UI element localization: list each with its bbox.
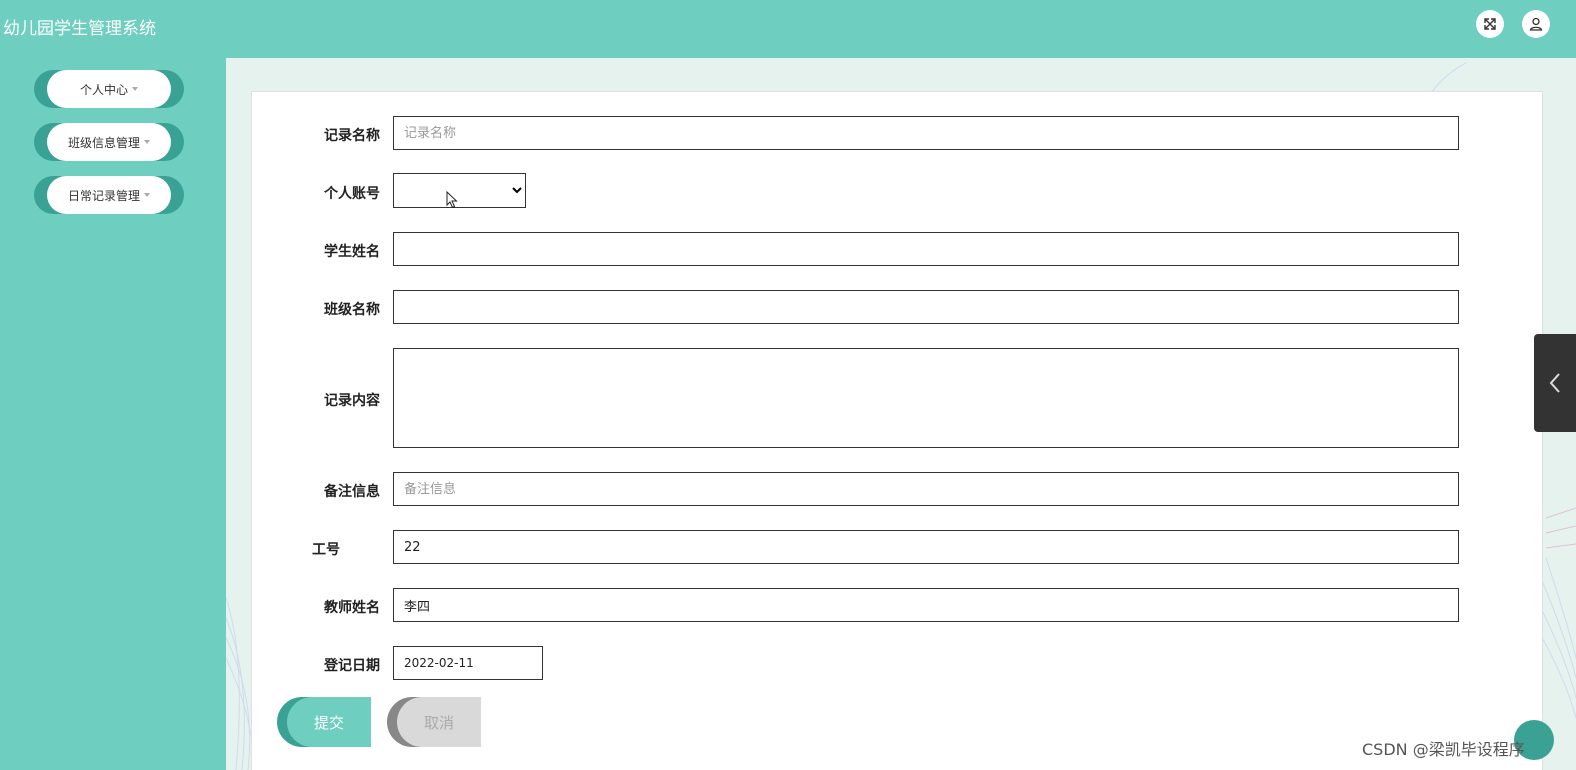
account-label: 个人账号 (324, 186, 380, 202)
sidebar-item-label: 班级信息管理 (67, 135, 140, 150)
sidebar-item-label: 日常记录管理 (67, 188, 140, 203)
teacher-name-input[interactable] (393, 588, 1459, 622)
job-no-input[interactable] (393, 530, 1459, 564)
cancel-button[interactable]: 取消 (387, 697, 481, 747)
chevron-left-icon (1549, 373, 1560, 393)
mouse-cursor-icon (446, 191, 458, 209)
sidebar-item-pill: 个人中心 (47, 70, 171, 108)
job-no-label: 工号 (312, 542, 340, 558)
record-content-label: 记录内容 (324, 393, 380, 409)
cancel-button-label: 取消 (423, 713, 454, 732)
record-content-textarea[interactable] (393, 348, 1459, 448)
account-select[interactable] (393, 173, 526, 208)
app-title: 幼儿园学生管理系统 (3, 19, 156, 39)
remark-input[interactable] (393, 472, 1459, 506)
sidebar-item-class-info[interactable]: 班级信息管理 (34, 123, 184, 161)
main-content: 记录名称 个人账号 学生姓名 班级名称 记录内容 备注信息 工号 教师姓名 登记… (226, 58, 1576, 770)
caret-down-icon (144, 193, 150, 197)
class-name-input[interactable] (393, 290, 1459, 324)
remark-label: 备注信息 (324, 484, 380, 500)
student-name-label: 学生姓名 (324, 244, 380, 260)
submit-button-face: 提交 (287, 697, 371, 747)
cancel-button-face: 取消 (397, 697, 481, 747)
sidebar-item-pill: 班级信息管理 (47, 123, 171, 161)
top-bar: 幼儿园学生管理系统 (0, 0, 1576, 58)
teacher-name-label: 教师姓名 (324, 600, 380, 616)
student-name-input[interactable] (393, 232, 1459, 266)
record-name-label: 记录名称 (324, 128, 380, 144)
form-card: 记录名称 个人账号 学生姓名 班级名称 记录内容 备注信息 工号 教师姓名 登记… (251, 91, 1543, 770)
sidebar-item-pill: 日常记录管理 (47, 176, 171, 214)
register-date-input[interactable]: 2022-02-11 (393, 646, 543, 680)
submit-button-label: 提交 (313, 713, 344, 732)
sidebar: 个人中心 班级信息管理 日常记录管理 (0, 58, 226, 770)
submit-button[interactable]: 提交 (277, 697, 371, 747)
class-name-label: 班级名称 (324, 302, 380, 318)
caret-down-icon (144, 140, 150, 144)
sidebar-item-daily-records[interactable]: 日常记录管理 (34, 176, 184, 214)
sidebar-item-personal-center[interactable]: 个人中心 (34, 70, 184, 108)
register-date-value: 2022-02-11 (404, 656, 474, 670)
fullscreen-icon[interactable] (1476, 10, 1504, 38)
sidebar-item-label: 个人中心 (79, 82, 128, 97)
caret-down-icon (132, 87, 138, 91)
record-name-input[interactable] (393, 116, 1459, 150)
register-date-label: 登记日期 (324, 658, 380, 674)
watermark: CSDN @梁凯毕设程序 (1362, 740, 1525, 759)
side-panel-toggle[interactable] (1534, 334, 1576, 432)
user-icon[interactable] (1522, 10, 1550, 38)
